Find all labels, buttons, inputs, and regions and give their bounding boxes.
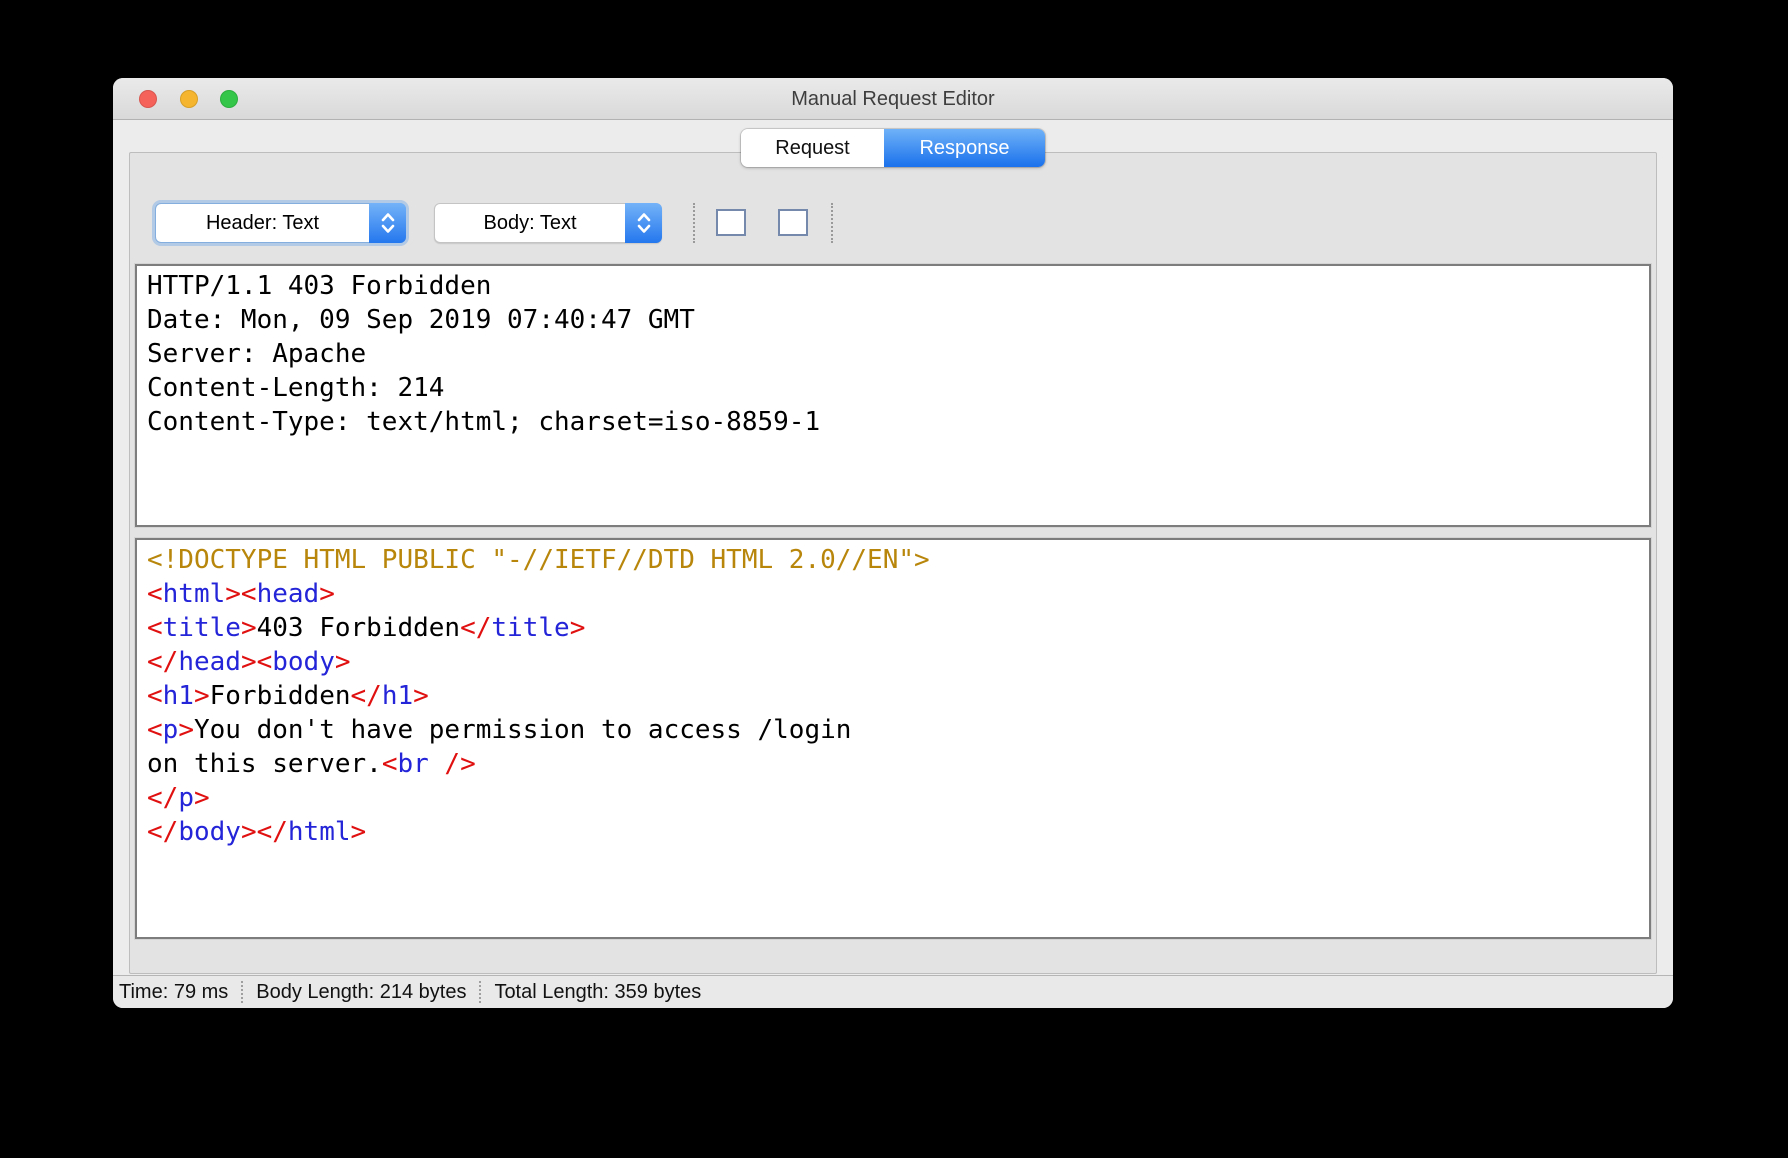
body-line: </head><body> xyxy=(147,645,1639,679)
chevron-updown-icon xyxy=(369,203,406,243)
header-line: Server: Apache xyxy=(147,337,1639,371)
toolbar-separator xyxy=(831,203,833,243)
toolbar-separator xyxy=(693,203,695,243)
window-title: Manual Request Editor xyxy=(113,78,1673,120)
manual-request-editor-window: Manual Request Editor Request Response H… xyxy=(113,78,1673,1008)
toggle-header-pane-button[interactable] xyxy=(716,209,746,236)
header-view-select[interactable]: Header: Text xyxy=(155,203,406,243)
tab-response[interactable]: Response xyxy=(884,129,1045,167)
header-line: Content-Type: text/html; charset=iso-885… xyxy=(147,405,1639,439)
tab-request[interactable]: Request xyxy=(741,129,884,167)
status-separator xyxy=(241,981,243,1003)
body-line: <!DOCTYPE HTML PUBLIC "-//IETF//DTD HTML… xyxy=(147,543,1639,577)
desktop: { "window": { "title": "Manual Request E… xyxy=(0,0,1788,1158)
header-view-select-value: Header: Text xyxy=(156,204,369,242)
status-item: Total Length: 359 bytes xyxy=(494,981,701,1004)
body-line: on this server.<br /> xyxy=(147,747,1639,781)
request-response-tabs: Request Response xyxy=(741,129,1045,167)
body-line: <title>403 Forbidden</title> xyxy=(147,611,1639,645)
chevron-updown-icon xyxy=(625,203,662,243)
body-line: <p>You don't have permission to access /… xyxy=(147,713,1639,747)
response-headers-textarea[interactable]: HTTP/1.1 403 ForbiddenDate: Mon, 09 Sep … xyxy=(135,264,1651,527)
response-toolbar: Header: Text Body: Text xyxy=(130,203,1656,243)
window-titlebar: Manual Request Editor xyxy=(113,78,1673,120)
body-line: </body></html> xyxy=(147,815,1639,849)
body-line: </p> xyxy=(147,781,1639,815)
response-body-textarea[interactable]: <!DOCTYPE HTML PUBLIC "-//IETF//DTD HTML… xyxy=(135,538,1651,939)
body-line: <h1>Forbidden</h1> xyxy=(147,679,1639,713)
header-line: Date: Mon, 09 Sep 2019 07:40:47 GMT xyxy=(147,303,1639,337)
header-line: HTTP/1.1 403 Forbidden xyxy=(147,269,1639,303)
header-line: Content-Length: 214 xyxy=(147,371,1639,405)
status-item: Body Length: 214 bytes xyxy=(256,981,466,1004)
status-separator xyxy=(479,981,481,1003)
toggle-body-pane-button[interactable] xyxy=(778,209,808,236)
body-line: <html><head> xyxy=(147,577,1639,611)
status-bar: Time: 79 ms Body Length: 214 bytes Total L… xyxy=(113,975,1673,1008)
status-item: Time: 79 ms xyxy=(119,981,228,1004)
response-panel: Header: Text Body: Text xyxy=(129,152,1657,974)
body-view-select-value: Body: Text xyxy=(435,204,625,242)
body-view-select[interactable]: Body: Text xyxy=(434,203,662,243)
